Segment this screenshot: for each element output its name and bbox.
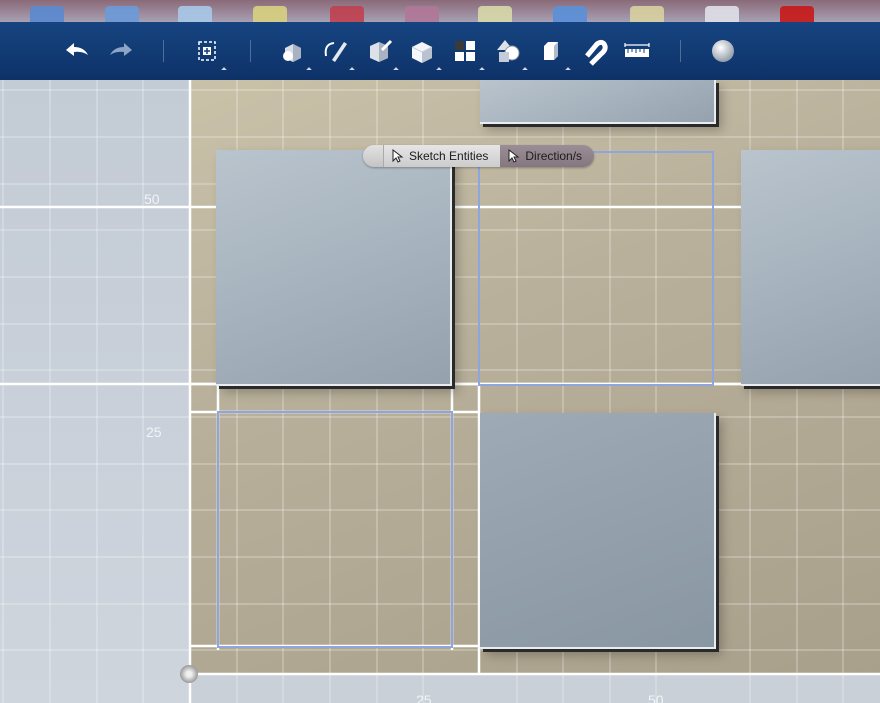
- ruler-icon: [624, 43, 650, 57]
- box-upper-right[interactable]: [741, 150, 880, 386]
- combine-icon: [544, 42, 558, 60]
- desktop-icon: [553, 6, 587, 22]
- desktop-icon: [405, 6, 439, 22]
- desktop-icon: [705, 6, 739, 22]
- desktop-icon: [330, 6, 364, 22]
- selection-outline-lower: [217, 411, 453, 648]
- material-button[interactable]: [706, 34, 740, 68]
- directions-label: Direction/s: [525, 149, 583, 163]
- transform-icon: [198, 41, 216, 61]
- sketch-entities-button[interactable]: Sketch Entities: [384, 145, 501, 167]
- cursor-arrow-icon: [392, 149, 404, 163]
- desktop-icon: [630, 6, 664, 22]
- box-icon: [411, 42, 433, 63]
- cursor-arrow-icon: [508, 149, 520, 163]
- axis-label-x-25: 25: [416, 692, 432, 703]
- box-top[interactable]: [480, 80, 716, 124]
- axis-label-x-50: 50: [648, 692, 664, 703]
- redo-button[interactable]: [104, 34, 138, 68]
- context-bar-grip[interactable]: [363, 145, 384, 167]
- redo-icon: [110, 43, 132, 56]
- construct-button[interactable]: [362, 34, 399, 73]
- 3d-canvas[interactable]: 50 25 25 50: [0, 80, 880, 703]
- desktop-icon: [105, 6, 139, 22]
- sketch-pencil-icon: [324, 42, 347, 62]
- pattern-grid-icon: [455, 41, 475, 61]
- toolbar-separator: [250, 40, 251, 62]
- axis-label-y-25: 25: [146, 424, 162, 440]
- toolbar-separator: [680, 40, 681, 62]
- axis-label-y-50: 50: [144, 191, 160, 207]
- desktop-icon: [178, 6, 212, 22]
- primitives-icon: [283, 44, 301, 62]
- box-upper-left[interactable]: [216, 150, 452, 386]
- primitives-button[interactable]: [275, 34, 312, 73]
- sphere-icon: [712, 40, 734, 62]
- selection-outline-upper: [478, 151, 714, 386]
- desktop-icon: [478, 6, 512, 22]
- construct-icon: [370, 39, 393, 62]
- pattern-button[interactable]: [448, 34, 485, 73]
- sketch-button[interactable]: [318, 34, 355, 73]
- main-toolbar: [0, 22, 880, 80]
- magnet-icon: [585, 39, 608, 66]
- select-tool-button[interactable]: [190, 34, 227, 73]
- measure-button[interactable]: [620, 34, 654, 68]
- shapes-group-icon: [497, 40, 520, 62]
- box-lower-middle[interactable]: [480, 413, 716, 649]
- sketch-entities-label: Sketch Entities: [409, 149, 489, 163]
- desktop-taskbar-strip: [0, 0, 880, 22]
- origin-marker-icon[interactable]: [180, 665, 198, 683]
- toolbar-separator: [163, 40, 164, 62]
- desktop-icon: [780, 6, 814, 22]
- combine-button[interactable]: [534, 34, 571, 73]
- selection-context-bar: Sketch Entities Direction/s: [363, 145, 595, 167]
- directions-button[interactable]: Direction/s: [500, 145, 595, 167]
- undo-icon: [66, 43, 88, 56]
- desktop-icon: [253, 6, 287, 22]
- snap-button[interactable]: [577, 34, 611, 68]
- undo-button[interactable]: [60, 34, 94, 68]
- desktop-icon: [30, 6, 64, 22]
- grouping-button[interactable]: [491, 34, 528, 73]
- modify-button[interactable]: [405, 34, 442, 73]
